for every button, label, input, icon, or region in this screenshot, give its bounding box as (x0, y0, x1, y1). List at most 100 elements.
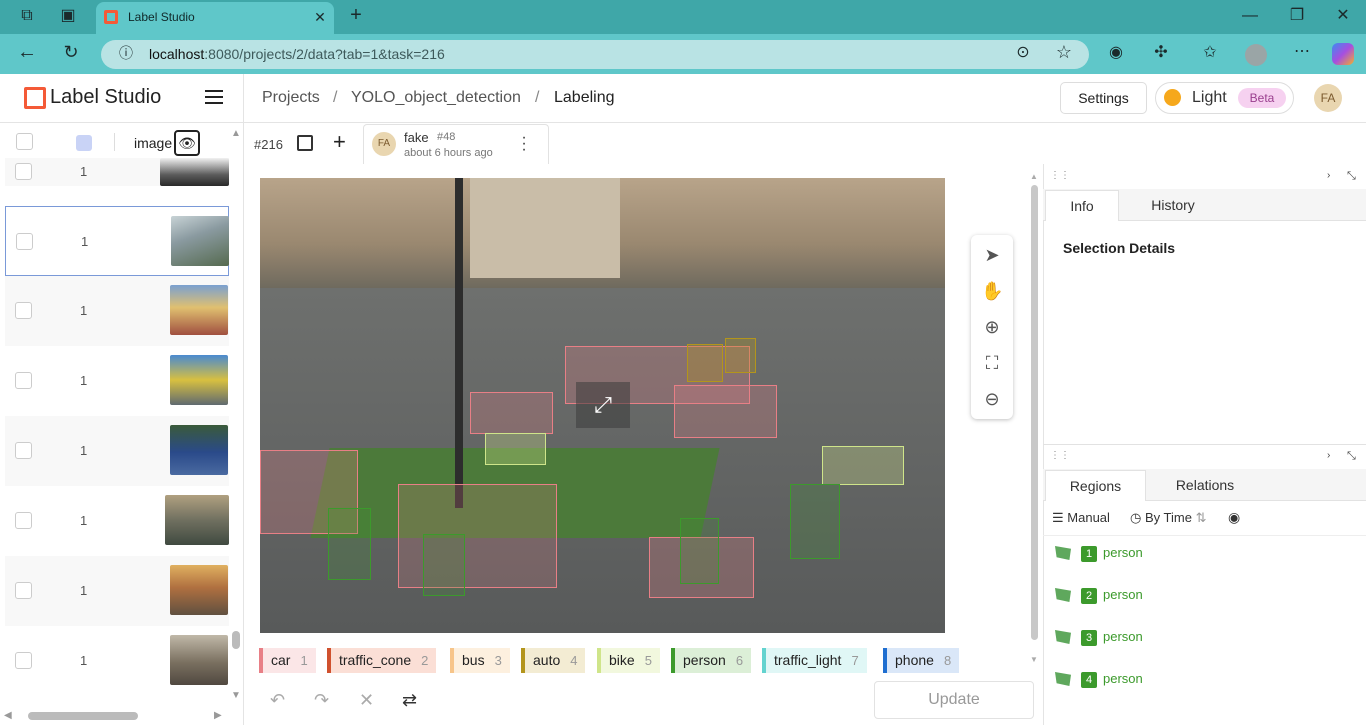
region-bike[interactable] (822, 446, 904, 485)
list-item[interactable]: 1 (5, 206, 229, 276)
add-annotation-icon[interactable]: + (333, 129, 346, 155)
workspaces-icon[interactable]: ⧉ (17, 8, 37, 28)
canvas-scrollbar[interactable] (1031, 185, 1038, 640)
select-pointer-icon[interactable]: ➤ (981, 244, 1003, 266)
annotation-menu-icon[interactable]: · · · (520, 130, 528, 158)
redo-icon[interactable]: ↷ (314, 690, 329, 711)
scroll-up-arrow-icon[interactable]: ▲ (231, 128, 241, 139)
profile-icon[interactable] (1245, 44, 1267, 66)
region-auto[interactable] (687, 344, 723, 382)
undo-icon[interactable]: ↶ (270, 690, 285, 711)
restore-icon[interactable]: ❐ (1287, 8, 1307, 28)
region-person[interactable] (680, 518, 719, 584)
label-traffic-light[interactable]: traffic_light 7 (762, 648, 867, 673)
image-canvas[interactable]: ⤢ (260, 178, 945, 633)
panel-collapse-icon[interactable]: › (1327, 450, 1330, 461)
region-car[interactable] (470, 392, 553, 434)
region-car[interactable] (674, 385, 777, 438)
user-avatar[interactable]: FA (1314, 84, 1342, 112)
label-bike[interactable]: bike 5 (597, 648, 660, 673)
settings-button[interactable]: Settings (1060, 82, 1147, 114)
select-all-checkbox[interactable] (16, 133, 33, 150)
panel-drag-handle-icon[interactable]: ⋮⋮ (1050, 450, 1070, 461)
list-horizontal-scrollbar[interactable] (28, 712, 138, 720)
expand-image-icon[interactable]: ⤢ (576, 382, 630, 428)
panel-detach-icon[interactable]: ⤡ (1347, 170, 1356, 183)
extension-icon[interactable]: ◉ (1106, 45, 1126, 65)
sort-by-time[interactable]: ◷ By Time ⇅ (1130, 510, 1206, 526)
breadcrumb-projects[interactable]: Projects (262, 89, 320, 107)
scroll-left-arrow-icon[interactable]: ◀ (4, 710, 12, 721)
row-checkbox[interactable] (15, 372, 32, 389)
scroll-down-arrow-icon[interactable]: ▼ (231, 690, 241, 701)
image-column-header[interactable]: image (134, 135, 172, 151)
row-checkbox[interactable] (15, 302, 32, 319)
region-auto[interactable] (725, 338, 756, 373)
list-item[interactable]: 1 (5, 556, 229, 626)
zoom-out-icon[interactable]: ⊖ (981, 388, 1003, 410)
row-checkbox[interactable] (15, 512, 32, 529)
label-auto[interactable]: auto 4 (521, 648, 586, 673)
breadcrumb-project[interactable]: YOLO_object_detection (351, 89, 521, 107)
close-window-icon[interactable]: ✕ (1333, 8, 1353, 28)
list-item[interactable]: 1 (5, 158, 229, 186)
region-car[interactable] (398, 484, 557, 588)
label-bus[interactable]: bus 3 (450, 648, 510, 673)
list-item[interactable]: 1 (5, 626, 229, 696)
row-checkbox[interactable] (15, 442, 32, 459)
list-item[interactable]: 1 (5, 486, 229, 556)
canvas-scroll-up-icon[interactable]: ▲ (1030, 172, 1038, 181)
region-bike[interactable] (485, 433, 546, 465)
label-phone[interactable]: phone 8 (883, 648, 960, 673)
list-vertical-scrollbar[interactable] (232, 631, 240, 649)
zoom-to-fit-icon[interactable]: ⛶ (981, 352, 1003, 374)
menu-hamburger-icon[interactable] (205, 90, 223, 104)
refresh-icon[interactable]: ↻ (61, 43, 81, 64)
row-checkbox[interactable] (15, 163, 32, 180)
label-person[interactable]: person 6 (671, 648, 752, 673)
panel-drag-handle-icon[interactable]: ⋮⋮ (1050, 170, 1070, 181)
minimize-icon[interactable]: — (1240, 8, 1260, 28)
scroll-right-arrow-icon[interactable]: ▶ (214, 710, 222, 721)
pan-hand-icon[interactable]: ✋ (981, 280, 1003, 302)
toggle-panel-icon[interactable] (297, 135, 313, 151)
panel-detach-icon[interactable]: ⤡ (1347, 450, 1356, 463)
visibility-eye-icon[interactable]: ◉ (1228, 509, 1240, 526)
settings-sliders-icon[interactable]: ⇄ (402, 690, 417, 711)
label-traffic-cone[interactable]: traffic_cone 2 (327, 648, 437, 673)
tab-history[interactable]: History (1130, 190, 1216, 221)
close-tab-icon[interactable]: ✕ (310, 9, 330, 29)
list-item[interactable]: 1 (5, 416, 229, 486)
row-checkbox[interactable] (16, 233, 33, 250)
back-icon[interactable]: ← (17, 42, 37, 64)
view-image-icon[interactable]: 👁 (174, 130, 200, 156)
canvas-scroll-down-icon[interactable]: ▼ (1030, 655, 1038, 664)
region-person[interactable] (790, 484, 840, 559)
update-button[interactable]: Update (874, 681, 1034, 719)
sort-manual[interactable]: ☰ Manual (1052, 510, 1110, 526)
region-person[interactable] (328, 508, 371, 580)
row-checkbox[interactable] (15, 652, 32, 669)
label-car[interactable]: car 1 (259, 648, 316, 673)
site-info-icon[interactable]: ⓘ (116, 45, 136, 65)
region-person[interactable] (423, 534, 465, 596)
tab-regions[interactable]: Regions (1045, 470, 1146, 501)
zoom-in-icon[interactable]: ⊕ (981, 316, 1003, 338)
panel-collapse-icon[interactable]: › (1327, 170, 1330, 181)
extensions-puzzle-icon[interactable]: ✣ (1151, 45, 1171, 65)
list-item[interactable]: 1 (5, 276, 229, 346)
copilot-icon[interactable] (1332, 43, 1354, 65)
list-item[interactable]: 1 (5, 346, 229, 416)
new-tab-icon[interactable]: + (346, 5, 366, 27)
tab-actions-icon[interactable]: ▣ (58, 8, 78, 28)
reset-icon[interactable]: ✕ (359, 690, 374, 711)
settings-more-icon[interactable]: ⋯ (1292, 44, 1312, 64)
id-column-icon[interactable] (76, 135, 92, 151)
row-checkbox[interactable] (15, 582, 32, 599)
favorites-icon[interactable]: ✩ (1200, 45, 1220, 65)
more-page-icon[interactable]: ⊙ (1013, 45, 1033, 65)
tab-relations[interactable]: Relations (1157, 470, 1253, 501)
row-thumbnail (170, 565, 228, 615)
tab-info[interactable]: Info (1045, 190, 1119, 221)
favorite-star-icon[interactable]: ☆ (1054, 43, 1074, 64)
